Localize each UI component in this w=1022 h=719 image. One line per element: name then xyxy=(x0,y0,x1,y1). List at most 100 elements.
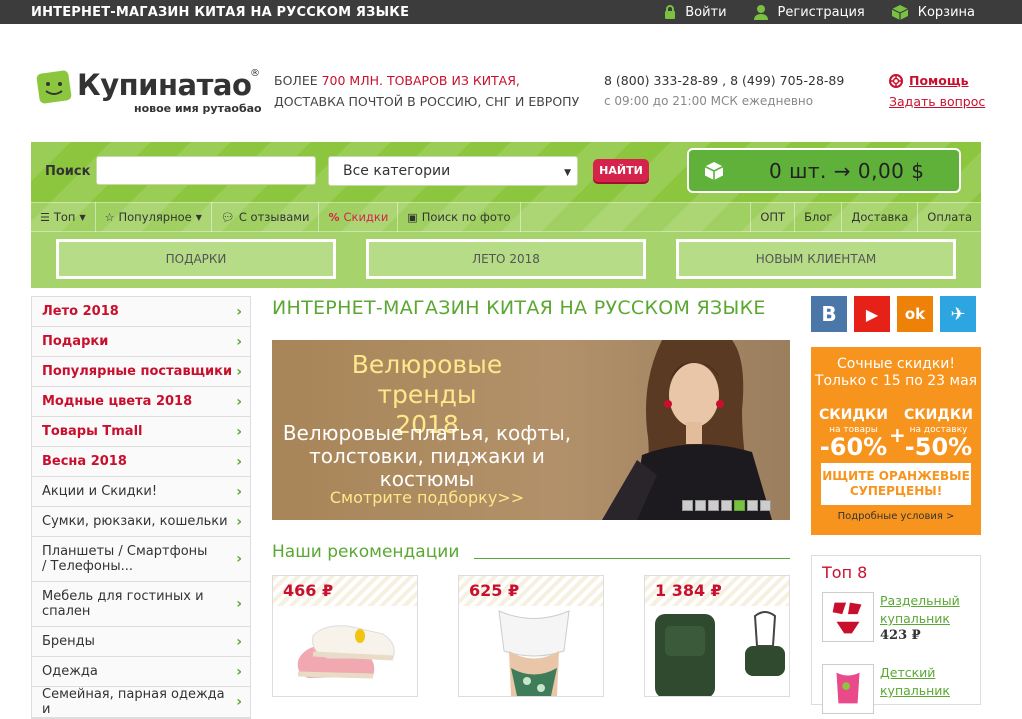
sidebar-item-label: Подарки xyxy=(42,334,109,349)
vk-icon[interactable]: В xyxy=(811,296,847,332)
logo[interactable]: Купинатао ® новое имя рутаобао xyxy=(36,68,266,118)
search-button[interactable]: НАЙТИ xyxy=(593,159,649,182)
register-link[interactable]: Регистрация xyxy=(753,4,865,20)
dropdown-arrow-icon: ▼ xyxy=(564,168,571,178)
sidebar-item-tmall[interactable]: Товары Tmall › xyxy=(32,417,250,447)
login-label: Войти xyxy=(685,4,727,20)
sidebar-item-spring-2018[interactable]: Весна 2018 › xyxy=(32,447,250,477)
slide-dot[interactable] xyxy=(747,500,758,511)
login-link[interactable]: Войти xyxy=(664,4,727,20)
nav-photo-search[interactable]: ▣ Поиск по фото xyxy=(398,202,521,232)
chevron-right-icon: › xyxy=(236,633,242,650)
cart-link[interactable]: Корзина xyxy=(891,4,975,20)
sidebar-item-label: Одежда xyxy=(42,664,98,679)
nav-popular[interactable]: ☆ Популярное ▼ xyxy=(96,202,212,232)
slide-dot[interactable] xyxy=(695,500,706,511)
sidebar-item-brands[interactable]: Бренды › xyxy=(32,627,250,657)
product-card[interactable]: 466 ₽ xyxy=(272,575,418,697)
cart-label: Корзина xyxy=(917,4,975,20)
chevron-right-icon: › xyxy=(236,663,242,680)
recommendations-divider xyxy=(474,558,790,559)
chevron-right-icon: › xyxy=(236,303,242,320)
help-block: Помощь Задать вопрос xyxy=(889,70,985,112)
nav-top[interactable]: ☰ Топ ▼ xyxy=(31,202,96,232)
user-icon xyxy=(753,5,768,20)
top8-item-price: 423 ₽ xyxy=(880,628,921,643)
star-icon: ☆ xyxy=(104,210,115,224)
sidebar-item-clothing[interactable]: Одежда › xyxy=(32,657,250,687)
sidebar-item-label: Планшеты / Смартфоны / Телефоны... xyxy=(42,544,208,574)
sidebar-item-tablets[interactable]: Планшеты / Смартфоны / Телефоны... › xyxy=(32,537,250,582)
telegram-icon[interactable]: ✈ xyxy=(940,296,976,332)
category-select[interactable]: Все категории ▼ xyxy=(328,156,578,186)
phone-numbers[interactable]: 8 (800) 333-28-89 , 8 (499) 705-28-89 xyxy=(604,70,844,91)
category-sidebar: Лето 2018 › Подарки › Популярные поставщик… xyxy=(31,296,251,719)
chevron-right-icon: › xyxy=(236,423,242,440)
slide-dot[interactable] xyxy=(682,500,693,511)
ad-offer-percent: -50% xyxy=(904,433,973,461)
help-label: Помощь xyxy=(909,73,969,88)
register-label: Регистрация xyxy=(777,4,865,20)
product-card[interactable]: 1 384 ₽ xyxy=(644,575,790,697)
sidebar-item-fashion-colors[interactable]: Модные цвета 2018 › xyxy=(32,387,250,417)
nav-blog[interactable]: Блог xyxy=(794,202,841,232)
search-input[interactable] xyxy=(96,156,316,185)
sidebar-item-summer-2018[interactable]: Лето 2018 › xyxy=(32,297,250,327)
nav-delivery[interactable]: Доставка xyxy=(841,202,917,232)
slide-dot-active[interactable] xyxy=(734,500,745,511)
product-price: 466 ₽ xyxy=(273,576,417,606)
sidebar-item-bags[interactable]: Сумки, рюкзаки, кошельки › xyxy=(32,507,250,537)
slide-dot[interactable] xyxy=(708,500,719,511)
banner-pagination xyxy=(682,500,771,511)
top-bar-links: Войти Регистрация Корзина xyxy=(638,4,975,20)
top8-item[interactable]: Детский купальник xyxy=(822,664,982,714)
nav-wholesale[interactable]: ОПТ xyxy=(750,202,794,232)
discount-ad-banner[interactable]: Сочные скидки! Только с 15 по 23 мая СКИ… xyxy=(811,347,981,535)
ad-offer-head: СКИДКИ xyxy=(903,407,974,423)
social-links: В ▶ ok ✈ xyxy=(811,296,976,332)
chevron-down-icon: ▼ xyxy=(79,212,86,222)
promo-banner[interactable]: Велюровые тренды 2018 Велюровые платья, … xyxy=(272,340,790,520)
swimsuit-image xyxy=(498,610,570,696)
search-label: Поиск xyxy=(45,164,91,179)
sidebar-item-family-clothing[interactable]: Семейная, парная одежда и › xyxy=(32,687,250,718)
ad-title: Сочные скидки! Только с 15 по 23 мая xyxy=(814,356,978,389)
chevron-right-icon: › xyxy=(236,453,242,470)
top8-widget: Топ 8 Раздельный купальник 423 ₽ Детский… xyxy=(811,555,982,714)
top8-item[interactable]: Раздельный купальник 423 ₽ xyxy=(822,592,982,643)
page-title: ИНТЕРНЕТ-МАГАЗИН КИТАЯ НА РУССКОМ ЯЗЫКЕ xyxy=(272,297,766,319)
product-price: 625 ₽ xyxy=(459,576,603,606)
nav-top-label: Топ xyxy=(53,210,76,224)
ask-question-link[interactable]: Задать вопрос xyxy=(889,94,985,109)
sidebar-item-furniture[interactable]: Мебель для гостиных и спален › xyxy=(32,582,250,627)
nav-reviews[interactable]: 💬︎ С отзывами xyxy=(212,202,320,232)
ad-conditions-link[interactable]: Подробные условия > xyxy=(811,511,981,522)
promo-new-clients-button[interactable]: НОВЫМ КЛИЕНТАМ xyxy=(676,239,956,279)
youtube-icon[interactable]: ▶ xyxy=(854,296,890,332)
banner-link[interactable]: Смотрите подборку>> xyxy=(272,488,582,507)
help-link[interactable]: Помощь xyxy=(889,70,985,91)
logo-mark-icon xyxy=(36,70,72,104)
sidebar-item-gifts[interactable]: Подарки › xyxy=(32,327,250,357)
slide-dot[interactable] xyxy=(760,500,771,511)
ad-callout: ИЩИТЕ ОРАНЖЕВЫЕ СУПЕРЦЕНЫ! xyxy=(821,463,971,505)
promo-gifts-button[interactable]: ПОДАРКИ xyxy=(56,239,336,279)
nav-payment[interactable]: Оплата xyxy=(917,202,981,232)
comment-icon: 💬︎ xyxy=(220,210,235,224)
nav-discounts[interactable]: % Скидки xyxy=(319,202,399,232)
odnoklassniki-icon[interactable]: ok xyxy=(897,296,933,332)
nav-popular-label: Популярное xyxy=(118,210,192,224)
product-card[interactable]: 625 ₽ xyxy=(458,575,604,697)
banner-model-image xyxy=(602,340,772,520)
sidebar-item-popular-suppliers[interactable]: Популярные поставщики › xyxy=(32,357,250,387)
photo-icon: ▣ xyxy=(407,210,418,224)
nav-photo-search-label: Поиск по фото xyxy=(421,210,511,224)
cart-summary-text: 0 шт. → 0,00 $ xyxy=(769,158,925,183)
sidebar-item-sales[interactable]: Акции и Скидки! › xyxy=(32,477,250,507)
slide-dot[interactable] xyxy=(721,500,732,511)
promo-summer-button[interactable]: ЛЕТО 2018 xyxy=(366,239,646,279)
cart-summary-button[interactable]: 0 шт. → 0,00 $ xyxy=(687,148,961,193)
tagline-delivery: ДОСТАВКА ПОЧТОЙ В РОССИЮ, СНГ И ЕВРОПУ xyxy=(274,94,580,109)
logo-registered-mark: ® xyxy=(250,68,260,79)
chevron-right-icon: › xyxy=(236,694,242,710)
